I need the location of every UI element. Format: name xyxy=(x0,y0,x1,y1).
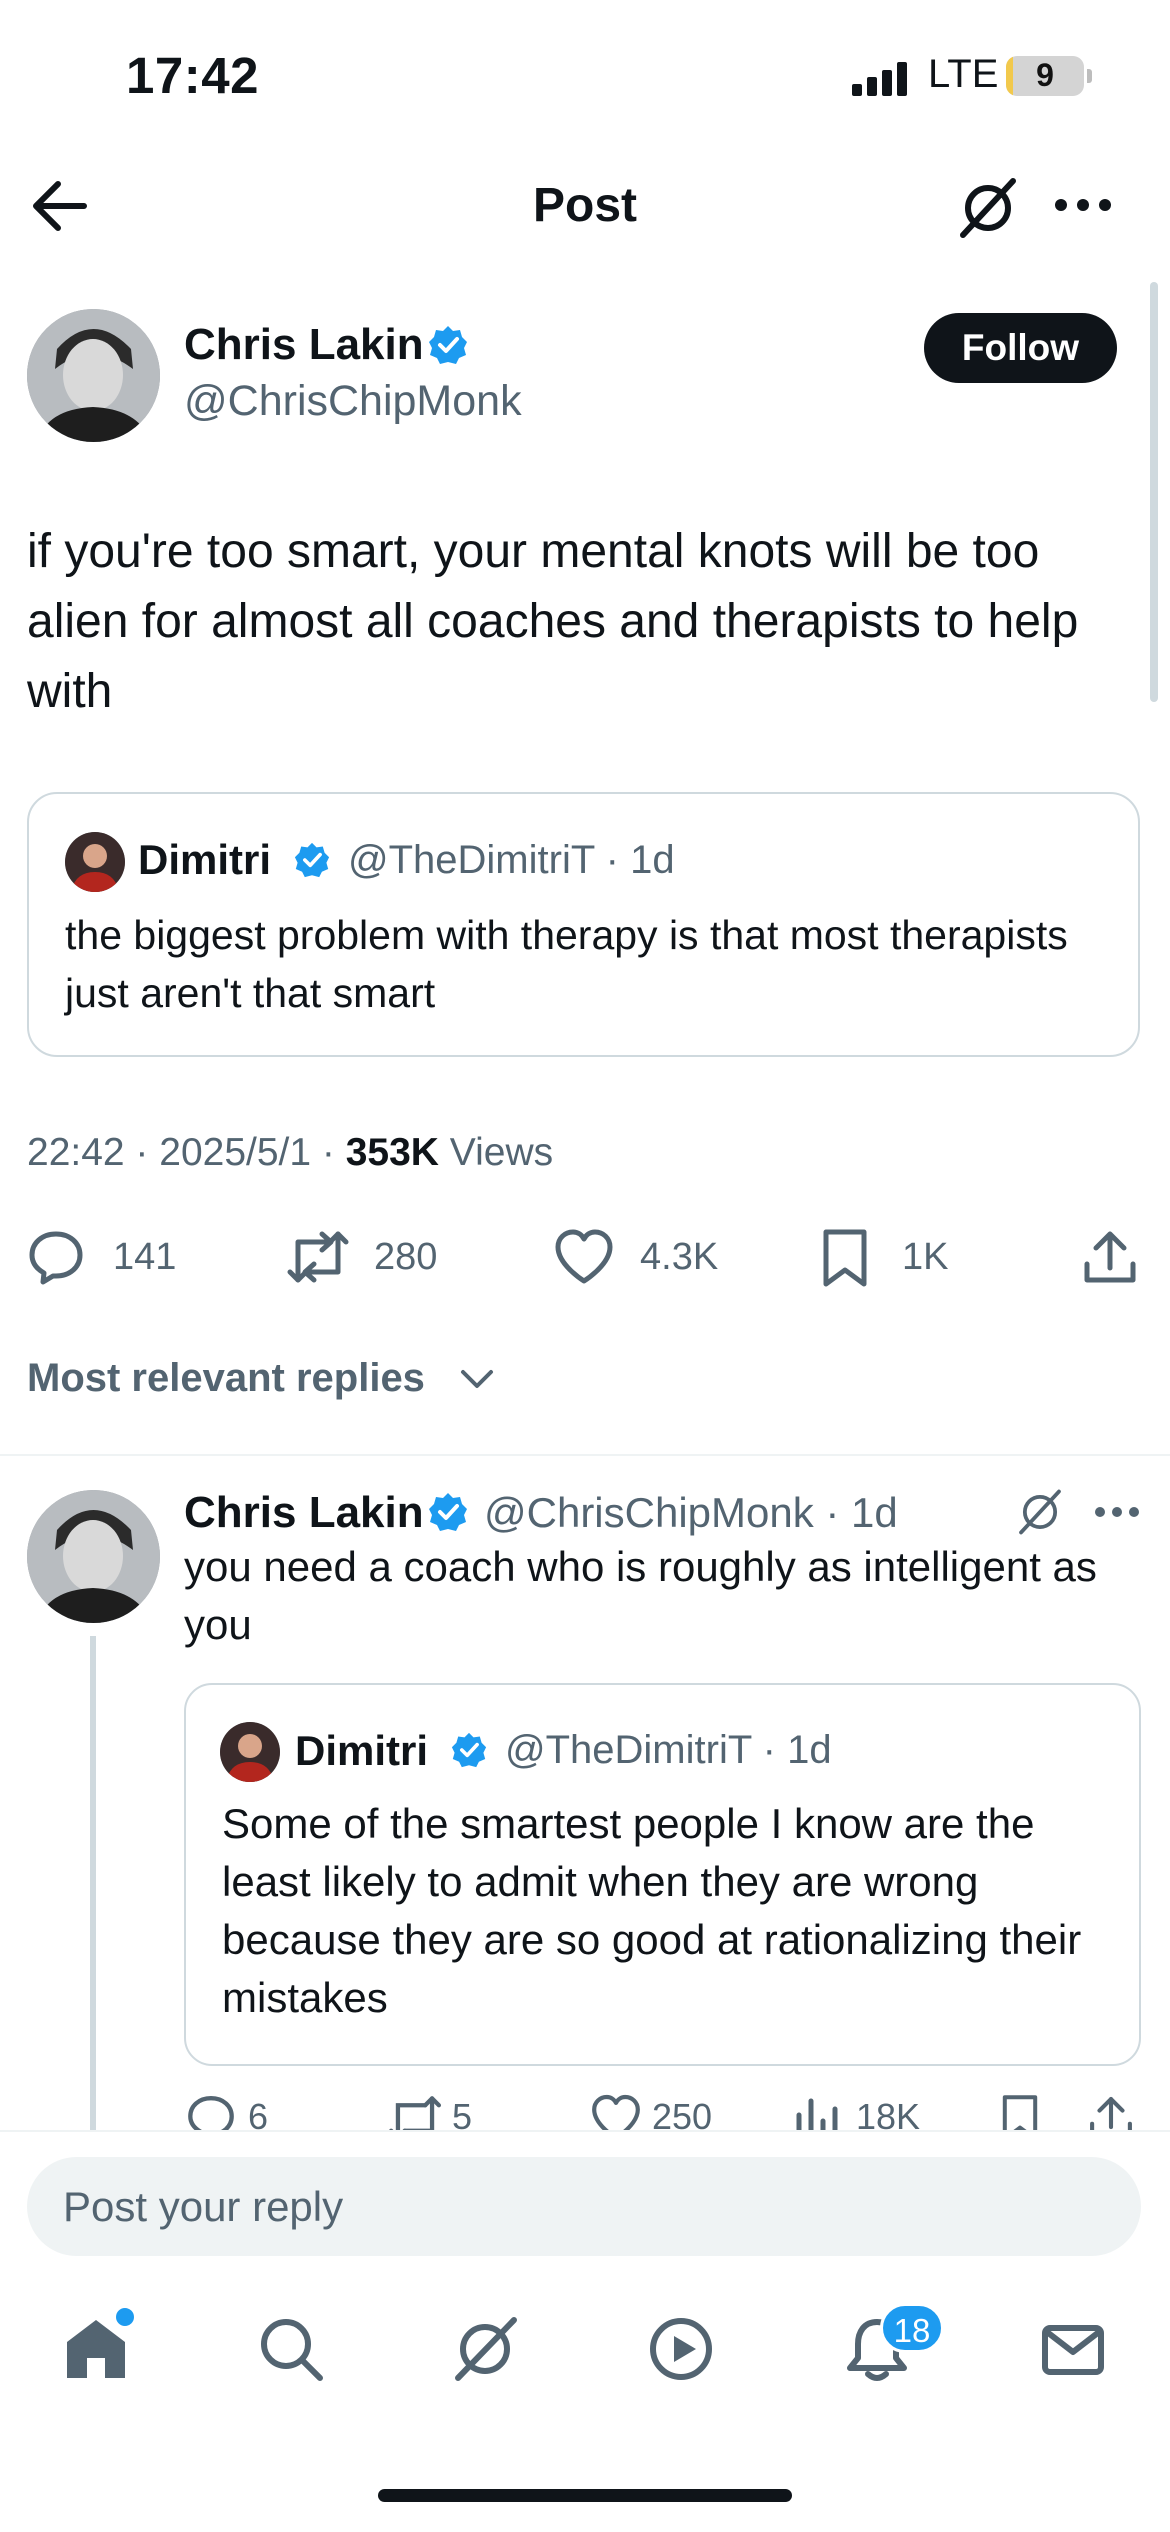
bookmark-count: 1K xyxy=(902,1236,949,1278)
quoted-avatar xyxy=(65,832,125,892)
messages-icon[interactable] xyxy=(1040,2316,1106,2382)
grok-icon[interactable] xyxy=(955,175,1021,241)
battery-cap xyxy=(1087,69,1092,83)
grok-icon[interactable] xyxy=(452,2316,518,2382)
chevron-down-icon[interactable] xyxy=(460,1368,494,1390)
reply-avatar[interactable] xyxy=(27,1490,160,1623)
post-meta: 22:42 · 2025/5/1 · 353K Views xyxy=(27,1131,553,1175)
post-timestamp: 22:42 · 2025/5/1 · xyxy=(27,1131,346,1174)
quoted-post-text: the biggest problem with therapy is that… xyxy=(65,912,1068,1016)
reply-composer[interactable] xyxy=(27,2157,1141,2256)
replies-sort-dropdown[interactable]: Most relevant replies xyxy=(27,1356,425,1401)
views-count: 353K xyxy=(345,1131,439,1174)
home-indicator xyxy=(378,2489,792,2502)
post-text: if you're too smart, your mental knots w… xyxy=(27,525,1079,718)
more-icon[interactable] xyxy=(1054,198,1112,212)
share-icon[interactable] xyxy=(1082,1228,1138,1286)
thread-line xyxy=(90,1636,96,2136)
bookmark-icon[interactable] xyxy=(820,1228,870,1288)
like-count: 4.3K xyxy=(640,1236,719,1278)
like-icon[interactable] xyxy=(553,1228,615,1286)
avatar[interactable] xyxy=(27,309,160,442)
reply-input[interactable] xyxy=(63,2157,1103,2256)
quoted-author-name: Dimitri xyxy=(295,1727,429,1774)
divider xyxy=(0,1454,1170,1456)
network-type: LTE xyxy=(928,52,999,96)
battery-icon: 9 xyxy=(1006,56,1084,96)
status-time: 17:42 xyxy=(126,47,259,104)
verified-badge-icon xyxy=(451,1732,487,1768)
search-icon[interactable] xyxy=(258,2316,324,2382)
author-handle[interactable]: @ChrisChipMonk xyxy=(184,377,522,426)
quoted-author-handle: @TheDimitriT · 1d xyxy=(505,1728,832,1772)
verified-badge-icon xyxy=(294,842,330,878)
reply-author-name[interactable]: Chris Lakin xyxy=(184,1488,424,1538)
more-icon[interactable] xyxy=(1094,1506,1140,1518)
follow-button[interactable]: Follow xyxy=(924,313,1117,383)
reply-author-handle[interactable]: @ChrisChipMonk · 1d xyxy=(484,1489,898,1537)
video-icon[interactable] xyxy=(648,2316,714,2382)
verified-badge-icon xyxy=(428,1492,468,1532)
repost-count: 280 xyxy=(374,1236,438,1278)
reply-text: you need a coach who is roughly as intel… xyxy=(184,1543,1097,1648)
home-unread-dot xyxy=(113,2305,137,2329)
quoted-avatar xyxy=(220,1722,280,1782)
quoted-author-name: Dimitri xyxy=(138,836,272,883)
reply-icon[interactable] xyxy=(27,1228,85,1286)
quoted-post-text: Some of the smartest people I know are t… xyxy=(222,1800,1082,2021)
views-label: Views xyxy=(438,1131,554,1174)
reply-count: 141 xyxy=(113,1236,177,1278)
battery-level: 9 xyxy=(1036,57,1054,93)
scrollbar[interactable] xyxy=(1150,282,1158,702)
notifications-badge: 18 xyxy=(880,2303,944,2353)
author-name[interactable]: Chris Lakin xyxy=(184,320,424,370)
verified-badge-icon xyxy=(428,325,468,365)
grok-icon[interactable] xyxy=(1015,1487,1065,1537)
quoted-author-handle: @TheDimitriT · 1d xyxy=(348,838,675,882)
repost-icon[interactable] xyxy=(284,1228,352,1286)
signal-icon xyxy=(852,62,912,96)
